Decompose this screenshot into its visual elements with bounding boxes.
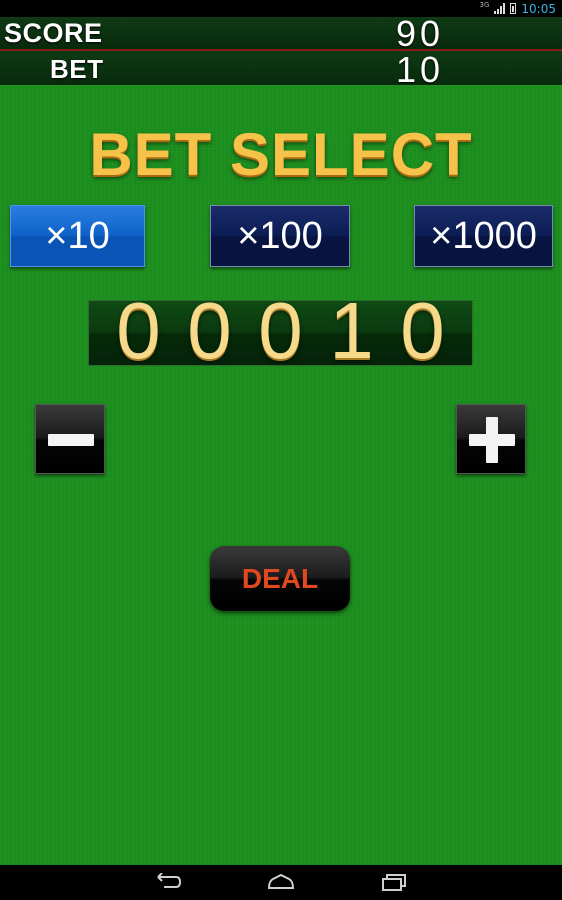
- multiplier-x10-button[interactable]: ×10: [10, 205, 145, 267]
- bet-digit: 0: [400, 286, 445, 375]
- page-title: BET SELECT: [89, 121, 473, 188]
- minus-icon: [48, 434, 94, 446]
- multiplier-x100-button[interactable]: ×100: [210, 205, 350, 267]
- bet-label: BET: [50, 54, 104, 84]
- navigation-bar: [0, 865, 562, 900]
- score-label: SCORE: [4, 18, 103, 48]
- home-icon[interactable]: [266, 873, 296, 896]
- increase-bet-button[interactable]: [456, 404, 526, 474]
- score-bar: SCORE 90: [0, 13, 562, 54]
- clock: 10:05: [521, 1, 556, 16]
- bet-bar: BET 10: [0, 49, 562, 90]
- status-icons: 3G 10:05: [480, 0, 556, 17]
- deal-button[interactable]: DEAL: [210, 546, 350, 611]
- status-bar: 3G 10:05: [0, 0, 562, 17]
- decrease-bet-button[interactable]: [35, 404, 105, 474]
- network-type: 3G: [479, 0, 490, 9]
- bet-value: 10: [396, 49, 445, 90]
- table-felt: [0, 85, 562, 865]
- bet-digit: 0: [187, 286, 232, 375]
- signal-icon: [494, 3, 506, 14]
- multiplier-x1000-button[interactable]: ×1000: [414, 205, 553, 267]
- bet-digit: 0: [258, 286, 303, 375]
- battery-icon: [510, 3, 517, 14]
- back-icon[interactable]: [150, 872, 182, 896]
- bet-amount-display: 0 0 0 1 0: [88, 291, 473, 371]
- recent-apps-icon[interactable]: [380, 873, 408, 896]
- bet-digit: 1: [329, 286, 374, 375]
- bet-digit: 0: [116, 286, 161, 375]
